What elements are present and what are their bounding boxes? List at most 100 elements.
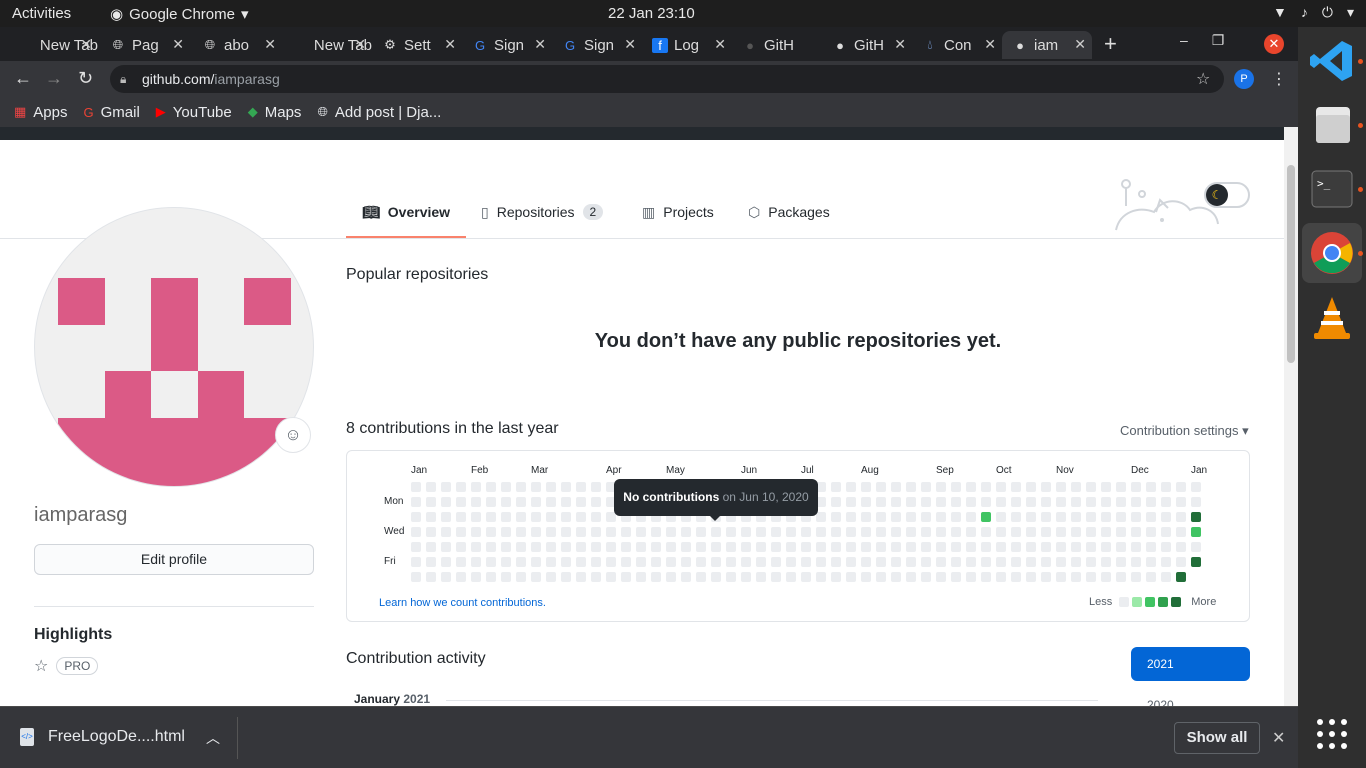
contribution-day[interactable] — [1116, 527, 1126, 537]
contribution-day[interactable] — [1101, 542, 1111, 552]
contribution-day[interactable] — [726, 542, 736, 552]
contribution-day[interactable] — [561, 482, 571, 492]
contribution-day[interactable] — [1176, 482, 1186, 492]
contribution-day[interactable] — [996, 497, 1006, 507]
contribution-day[interactable] — [726, 557, 736, 567]
contribution-day[interactable] — [711, 542, 721, 552]
contribution-day[interactable] — [771, 572, 781, 582]
contribution-day[interactable] — [516, 527, 526, 537]
contribution-day[interactable] — [1191, 542, 1201, 552]
contribution-day[interactable] — [1086, 527, 1096, 537]
contribution-day[interactable] — [531, 557, 541, 567]
edit-profile-button[interactable]: Edit profile — [34, 544, 314, 575]
contribution-day[interactable] — [1176, 572, 1186, 582]
contribution-day[interactable] — [441, 482, 451, 492]
contribution-day[interactable] — [531, 572, 541, 582]
contribution-day[interactable] — [1026, 497, 1036, 507]
contribution-day[interactable] — [891, 482, 901, 492]
contribution-day[interactable] — [441, 497, 451, 507]
contribution-day[interactable] — [501, 482, 511, 492]
contribution-day[interactable] — [921, 497, 931, 507]
show-all-button[interactable]: Show all — [1174, 722, 1260, 754]
contribution-day[interactable] — [651, 557, 661, 567]
close-tab-icon[interactable]: ✕ — [714, 36, 726, 53]
contribution-day[interactable] — [1161, 497, 1171, 507]
contribution-day[interactable] — [561, 512, 571, 522]
contribution-day[interactable] — [1116, 497, 1126, 507]
contribution-day[interactable] — [606, 572, 616, 582]
maximize-icon[interactable]: ❐ — [1212, 32, 1225, 49]
contribution-day[interactable] — [936, 527, 946, 537]
contribution-day[interactable] — [471, 542, 481, 552]
contribution-day[interactable] — [816, 542, 826, 552]
contribution-day[interactable] — [591, 497, 601, 507]
contribution-day[interactable] — [1101, 512, 1111, 522]
contribution-day[interactable] — [876, 557, 886, 567]
contribution-day[interactable] — [861, 557, 871, 567]
contribution-day[interactable] — [486, 557, 496, 567]
learn-contributions-link[interactable]: Learn how we count contributions. — [379, 597, 546, 609]
contribution-day[interactable] — [846, 497, 856, 507]
reload-icon[interactable]: ↻ — [78, 68, 93, 89]
contribution-day[interactable] — [531, 482, 541, 492]
contribution-day[interactable] — [1071, 527, 1081, 537]
contribution-day[interactable] — [546, 542, 556, 552]
contribution-day[interactable] — [771, 527, 781, 537]
contribution-day[interactable] — [771, 542, 781, 552]
contribution-day[interactable] — [1146, 497, 1156, 507]
contribution-day[interactable] — [951, 512, 961, 522]
contribution-day[interactable] — [1176, 497, 1186, 507]
contribution-day[interactable] — [921, 482, 931, 492]
contribution-day[interactable] — [1041, 482, 1051, 492]
contribution-day[interactable] — [1086, 557, 1096, 567]
contribution-day[interactable] — [1191, 527, 1201, 537]
contribution-day[interactable] — [921, 572, 931, 582]
contribution-day[interactable] — [636, 542, 646, 552]
contribution-day[interactable] — [1056, 527, 1066, 537]
contribution-day[interactable] — [861, 482, 871, 492]
avatar[interactable] — [34, 207, 314, 487]
contribution-day[interactable] — [531, 527, 541, 537]
contribution-day[interactable] — [1056, 482, 1066, 492]
contribution-day[interactable] — [756, 557, 766, 567]
contribution-day[interactable] — [576, 572, 586, 582]
contribution-day[interactable] — [591, 542, 601, 552]
contribution-day[interactable] — [426, 497, 436, 507]
contribution-day[interactable] — [696, 527, 706, 537]
contribution-day[interactable] — [996, 542, 1006, 552]
contribution-day[interactable] — [861, 542, 871, 552]
contribution-day[interactable] — [546, 482, 556, 492]
contribution-day[interactable] — [906, 557, 916, 567]
contribution-day[interactable] — [1191, 512, 1201, 522]
scrollbar-thumb[interactable] — [1287, 165, 1295, 363]
contribution-day[interactable] — [486, 482, 496, 492]
chrome-launcher[interactable] — [1302, 223, 1362, 283]
year-button[interactable]: 2020 — [1147, 698, 1174, 706]
contribution-day[interactable] — [891, 572, 901, 582]
contribution-day[interactable] — [1116, 557, 1126, 567]
contribution-day[interactable] — [1131, 482, 1141, 492]
files-launcher[interactable] — [1302, 95, 1362, 155]
contribution-day[interactable] — [876, 527, 886, 537]
contribution-day[interactable] — [1146, 512, 1156, 522]
contribution-day[interactable] — [831, 497, 841, 507]
contribution-day[interactable] — [756, 527, 766, 537]
contribution-day[interactable] — [486, 542, 496, 552]
contribution-day[interactable] — [711, 527, 721, 537]
contribution-day[interactable] — [1146, 557, 1156, 567]
contribution-day[interactable] — [621, 527, 631, 537]
browser-tab[interactable]: ⚙ Sett ✕ — [372, 31, 462, 59]
contribution-settings-dropdown[interactable]: Contribution settings ▾ — [1120, 423, 1249, 439]
contribution-day[interactable] — [441, 542, 451, 552]
contribution-day[interactable] — [1086, 572, 1096, 582]
contribution-day[interactable] — [846, 482, 856, 492]
contribution-day[interactable] — [531, 512, 541, 522]
contribution-day[interactable] — [801, 527, 811, 537]
kebab-menu-icon[interactable]: ⋮ — [1271, 69, 1287, 89]
contribution-day[interactable] — [1041, 542, 1051, 552]
contribution-day[interactable] — [411, 572, 421, 582]
contribution-day[interactable] — [456, 482, 466, 492]
contribution-day[interactable] — [591, 482, 601, 492]
tab-repositories[interactable]: ▯ Repositories 2 — [481, 204, 604, 238]
contribution-day[interactable] — [936, 542, 946, 552]
